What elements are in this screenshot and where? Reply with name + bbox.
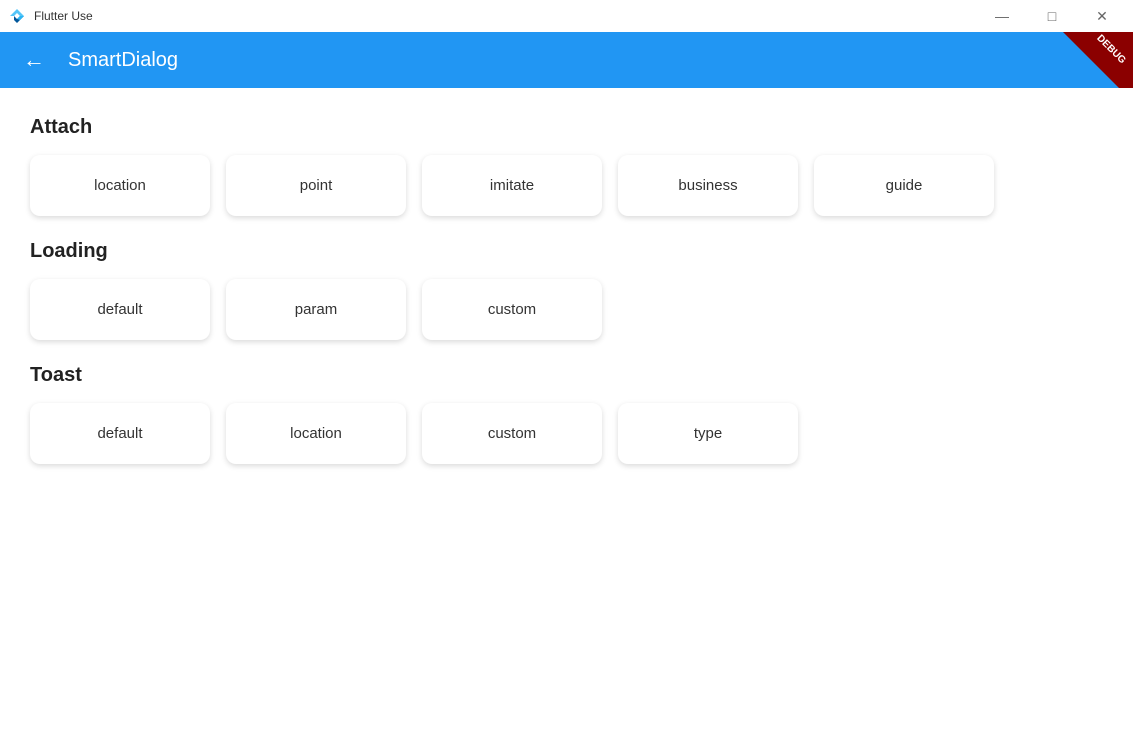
app-bar-title: SmartDialog xyxy=(68,49,178,72)
attach-location-button[interactable]: location xyxy=(30,155,210,216)
toast-location-button[interactable]: location xyxy=(226,403,406,464)
loading-param-button[interactable]: param xyxy=(226,279,406,340)
title-bar: Flutter Use — □ ✕ xyxy=(0,0,1133,32)
title-bar-left: Flutter Use xyxy=(8,7,93,25)
attach-section-title: Attach xyxy=(30,116,1103,139)
attach-guide-button[interactable]: guide xyxy=(814,155,994,216)
title-bar-controls: — □ ✕ xyxy=(979,0,1125,32)
toast-button-grid: default location custom type xyxy=(30,403,1103,464)
toast-custom-button[interactable]: custom xyxy=(422,403,602,464)
toast-type-button[interactable]: type xyxy=(618,403,798,464)
window-title: Flutter Use xyxy=(34,9,93,23)
toast-default-button[interactable]: default xyxy=(30,403,210,464)
main-content: Attach location point imitate business g… xyxy=(0,88,1133,738)
maximize-button[interactable]: □ xyxy=(1029,0,1075,32)
close-button[interactable]: ✕ xyxy=(1079,0,1125,32)
attach-point-button[interactable]: point xyxy=(226,155,406,216)
attach-imitate-button[interactable]: imitate xyxy=(422,155,602,216)
toast-section-title: Toast xyxy=(30,364,1103,387)
attach-section: Attach location point imitate business g… xyxy=(30,116,1103,216)
loading-button-grid: default param custom xyxy=(30,279,1103,340)
flutter-logo-icon xyxy=(8,7,26,25)
toast-section: Toast default location custom type xyxy=(30,364,1103,464)
attach-button-grid: location point imitate business guide xyxy=(30,155,1103,216)
back-button[interactable]: ← xyxy=(16,42,52,78)
attach-business-button[interactable]: business xyxy=(618,155,798,216)
app-window: Flutter Use — □ ✕ ← SmartDialog DEBUG At… xyxy=(0,0,1133,738)
loading-default-button[interactable]: default xyxy=(30,279,210,340)
loading-custom-button[interactable]: custom xyxy=(422,279,602,340)
minimize-button[interactable]: — xyxy=(979,0,1025,32)
loading-section: Loading default param custom xyxy=(30,240,1103,340)
app-bar: ← SmartDialog DEBUG xyxy=(0,32,1133,88)
debug-corner: DEBUG xyxy=(1063,32,1133,88)
loading-section-title: Loading xyxy=(30,240,1103,263)
